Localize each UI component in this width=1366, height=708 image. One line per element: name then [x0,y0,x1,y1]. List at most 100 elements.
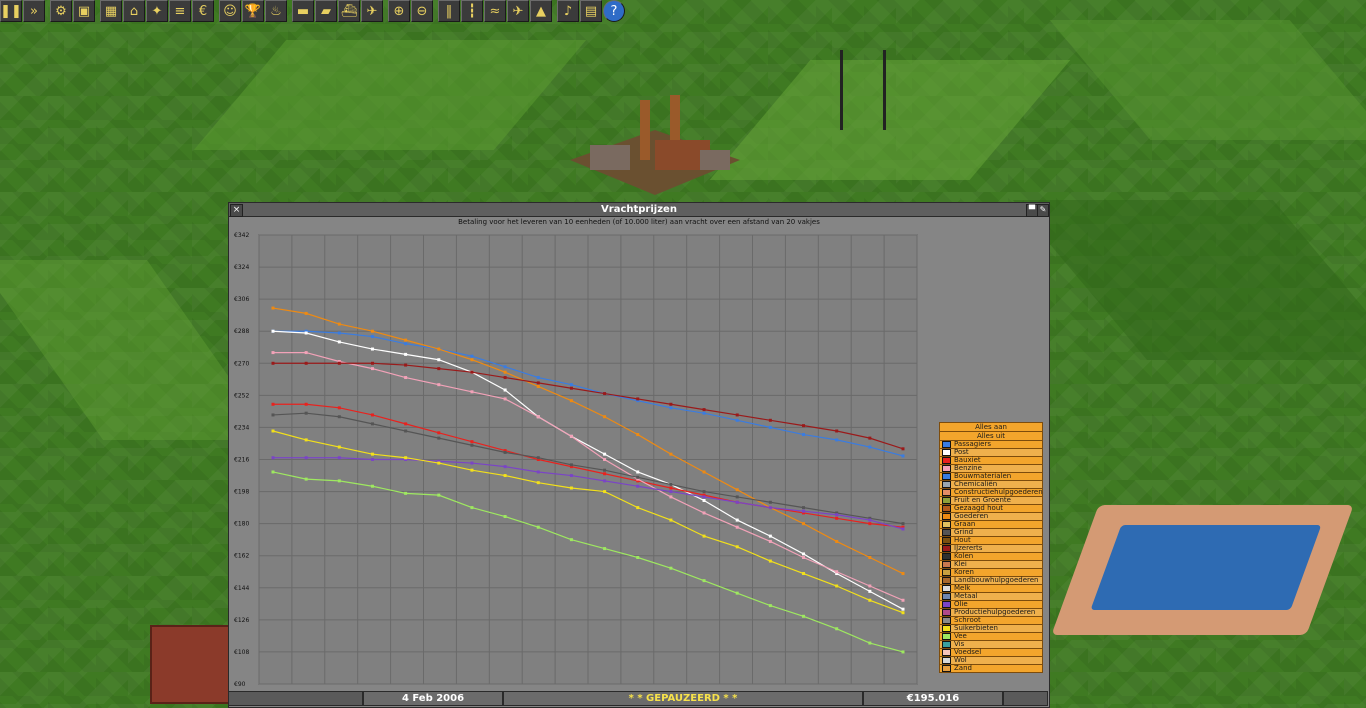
data-point [271,413,275,417]
data-point [868,641,872,645]
main-toolbar: ❚❚» ⚙ ▣ ▦ ⌂ ✦ ≡ € ☺ 🏆 ♨ ▬ ▰ ⛴ ✈ ⊕ ⊖ ‖ ┇ ≈ ✈ ▲ ♪ ▤? [0,0,626,24]
data-point [404,363,408,367]
data-point [536,415,540,419]
status-money[interactable]: €195.016 [863,691,1003,706]
data-point [669,518,673,522]
industries-button[interactable]: ♨ [265,0,287,22]
legend-label: Goederen [954,512,989,520]
data-point [768,539,772,543]
league-button[interactable]: 🏆 [242,0,264,22]
minimap-button[interactable]: ▦ [100,0,122,22]
finances-button[interactable]: € [192,0,214,22]
legend-swatch [942,561,951,568]
settings-button[interactable]: ⚙ [50,0,72,22]
data-point [470,468,474,472]
legend-swatch [942,465,951,472]
all-on-button[interactable]: Alles aan [939,422,1043,432]
ships-button[interactable]: ⛴ [338,0,360,22]
data-point [603,392,607,396]
save-button[interactable]: ▣ [73,0,95,22]
data-point [702,534,706,538]
data-point [536,481,540,485]
data-point [702,498,706,502]
data-point [404,352,408,356]
aircraft-button[interactable]: ✈ [361,0,383,22]
data-point [901,572,905,576]
legend-swatch [942,585,951,592]
data-point [768,604,772,608]
zoom-in-button[interactable]: ⊕ [388,0,410,22]
data-point [271,429,275,433]
legend-item[interactable]: Zand [939,665,1043,673]
road-vehicles-button[interactable]: ▰ [315,0,337,22]
data-point [304,361,308,365]
landscaping-button[interactable]: ▲ [530,0,552,22]
data-point [669,482,673,486]
zoom-out-button[interactable]: ⊖ [411,0,433,22]
legend-swatch [942,577,951,584]
music-button[interactable]: ♪ [557,0,579,22]
build-road-button[interactable]: ┇ [461,0,483,22]
data-point [702,511,706,515]
data-point [802,433,806,437]
data-point [370,422,374,426]
data-point [337,415,341,419]
data-point [503,465,507,469]
data-point [437,461,441,465]
news-button[interactable]: ▤ [580,0,602,22]
subsidies-button[interactable]: ✦ [146,0,168,22]
legend-swatch [942,625,951,632]
build-water-button[interactable]: ≈ [484,0,506,22]
help-button[interactable]: ? [603,0,625,22]
data-point [437,493,441,497]
status-paused[interactable]: * * GEPAUZEERD * * [503,691,863,706]
legend-swatch [942,601,951,608]
data-point [437,431,441,435]
data-point [835,627,839,631]
data-point [536,376,540,380]
y-tick-label: €180 [234,521,249,528]
data-point [636,555,640,559]
company-button[interactable]: ☺ [219,0,241,22]
data-point [835,516,839,520]
data-point [337,322,341,326]
legend-swatch [942,641,951,648]
status-spacer [228,691,363,706]
fast-forward-button[interactable]: » [23,0,45,22]
data-point [669,490,673,494]
town-directory-button[interactable]: ⌂ [123,0,145,22]
data-point [669,406,673,410]
data-point [271,306,275,310]
data-point [735,525,739,529]
data-point [768,418,772,422]
data-point [271,402,275,406]
build-rail-button[interactable]: ‖ [438,0,460,22]
status-spacer [1003,691,1048,706]
data-point [404,338,408,342]
legend-label: Benzine [954,464,982,472]
trains-button[interactable]: ▬ [292,0,314,22]
stations-button[interactable]: ≡ [169,0,191,22]
y-tick-label: €270 [234,360,249,367]
data-point [437,358,441,362]
data-point [337,340,341,344]
quarry-lake[interactable] [1051,505,1354,635]
data-point [603,468,607,472]
legend-label: Zand [954,664,972,672]
data-point [636,475,640,479]
transmitter-tower[interactable] [840,50,886,130]
legend-label: Gezaagd hout [954,504,1003,512]
data-point [404,376,408,380]
status-bar: 4 Feb 2006 * * GEPAUZEERD * * €195.016 [228,691,1048,706]
data-point [702,490,706,494]
y-tick-label: €90 [234,681,246,688]
build-airport-button[interactable]: ✈ [507,0,529,22]
pause-button[interactable]: ❚❚ [0,0,22,22]
data-point [437,436,441,440]
factory-building[interactable] [560,90,750,200]
data-point [835,438,839,442]
data-point [470,440,474,444]
data-point [702,408,706,412]
data-point [337,456,341,460]
house-building[interactable] [150,625,234,704]
